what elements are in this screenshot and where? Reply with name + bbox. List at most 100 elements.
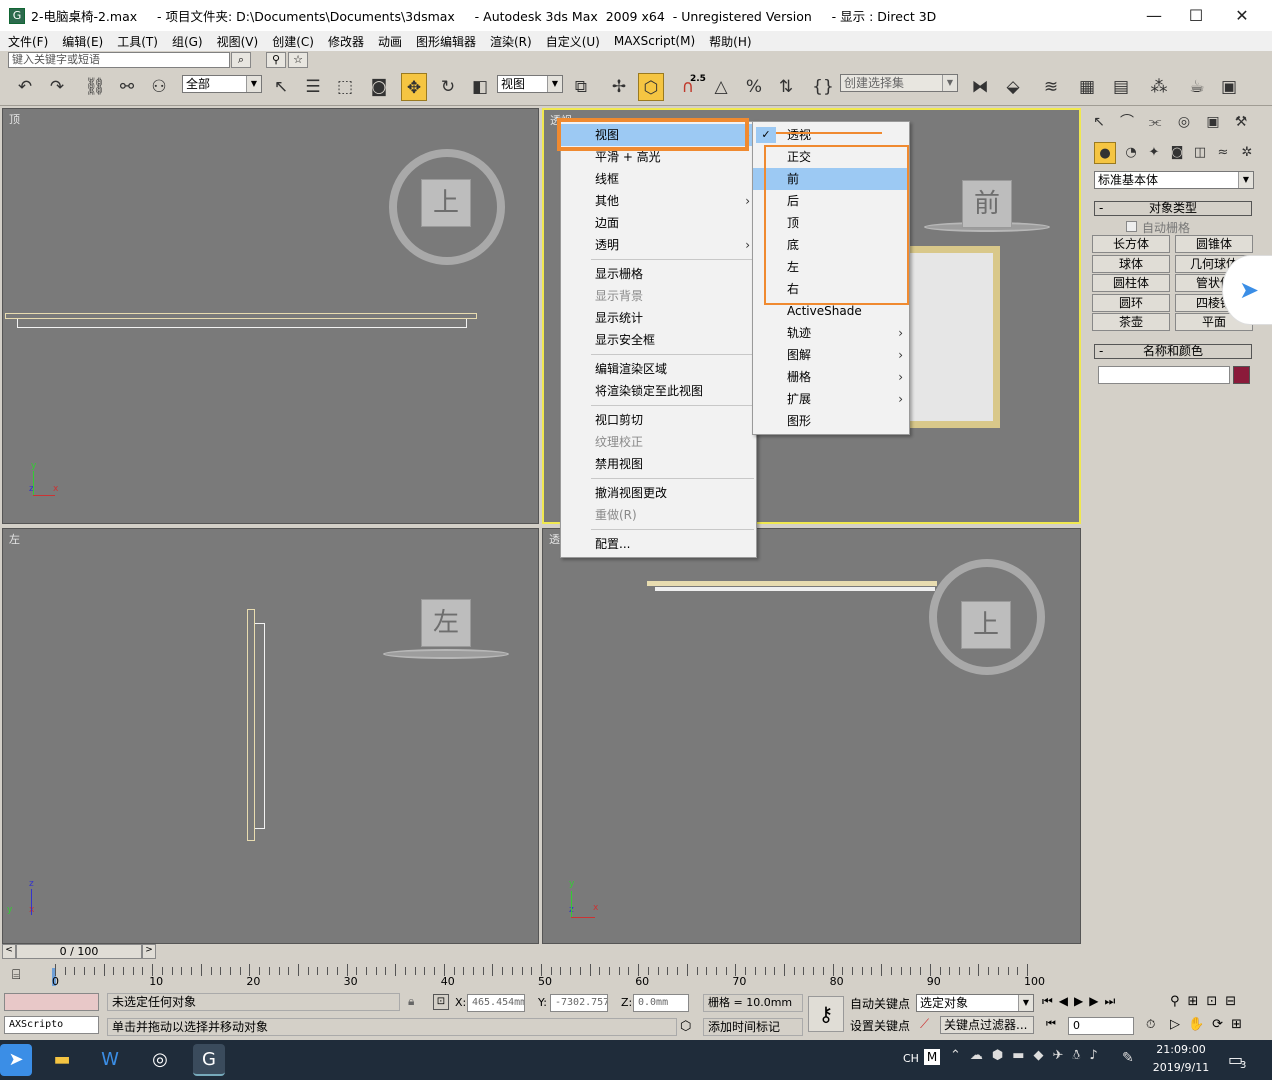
menu-file[interactable]: 文件(F) bbox=[8, 33, 48, 50]
context-menu-item[interactable]: 显示背景 bbox=[561, 285, 756, 307]
helpers-icon[interactable]: ◫ bbox=[1189, 142, 1211, 164]
context-menu-item[interactable]: 其他 › bbox=[561, 190, 756, 212]
clock-time[interactable]: 21:09:00 bbox=[1152, 1043, 1210, 1056]
key-tangent-icon[interactable]: ⟋ bbox=[920, 1017, 929, 1032]
context-menu-item[interactable]: 禁用视图 bbox=[561, 453, 756, 475]
zoom-controls-icon[interactable]: ⚲⊞⊡⊟ bbox=[1170, 994, 1244, 1009]
search-input[interactable]: 键入关键字或短语 bbox=[8, 52, 230, 68]
bind-to-space-warp-icon[interactable]: ⚇ bbox=[146, 73, 172, 101]
context-menu-item[interactable]: 透明 › bbox=[561, 234, 756, 256]
context-menu-item[interactable]: 视口剪切 bbox=[561, 409, 756, 431]
context-menu-item[interactable]: 显示栅格 bbox=[561, 263, 756, 285]
goto-start-icon[interactable]: ⏮ bbox=[1046, 1017, 1056, 1031]
add-time-tag-button[interactable]: 添加时间标记 bbox=[703, 1018, 803, 1036]
menu-modifiers[interactable]: 修改器 bbox=[328, 33, 364, 50]
3dsmax-taskbar-icon[interactable]: G bbox=[193, 1044, 225, 1076]
pivot-center-icon[interactable]: ⧉ bbox=[568, 73, 594, 101]
x-coordinate-field[interactable]: 465.454mm bbox=[467, 994, 525, 1012]
selected-object-dropdown[interactable]: 选定对象 ▼ bbox=[916, 994, 1034, 1012]
menu-maxscript[interactable]: MAXScript(M) bbox=[614, 34, 695, 48]
edit-named-selection-icon[interactable]: {} bbox=[810, 73, 836, 101]
system-tray-icons[interactable]: ⌃☁⬢▬◆✈🐧︎♪ bbox=[950, 1048, 1107, 1064]
select-and-move-icon[interactable]: ✥ bbox=[401, 73, 427, 101]
select-and-scale-icon[interactable]: ◧ bbox=[467, 73, 493, 101]
context-menu-item[interactable]: 边面 bbox=[561, 212, 756, 234]
absolute-mode-transform-icon[interactable]: ⊡ bbox=[433, 994, 449, 1010]
view-submenu-item[interactable]: ✓ 透视 bbox=[753, 124, 909, 146]
viewcube[interactable]: 左 bbox=[421, 599, 471, 647]
modify-tab-icon[interactable]: ⌒ bbox=[1116, 110, 1138, 134]
context-menu-item[interactable]: 显示安全框 bbox=[561, 329, 756, 351]
context-menu-item[interactable]: 重做(R) bbox=[561, 504, 756, 526]
communication-center-icon[interactable]: ⚲ bbox=[266, 52, 286, 68]
view-submenu-item[interactable]: 栅格 › bbox=[753, 366, 909, 388]
torus-button[interactable]: 圆环 bbox=[1092, 294, 1170, 312]
systems-icon[interactable]: ✲ bbox=[1236, 142, 1258, 164]
viewcube[interactable]: 前 bbox=[962, 180, 1012, 228]
selection-filter-dropdown[interactable]: 全部 ▼ bbox=[182, 75, 262, 93]
teapot-button[interactable]: 茶壶 bbox=[1092, 313, 1170, 331]
menu-create[interactable]: 创建(C) bbox=[272, 33, 314, 50]
trackbar-mini-curve-icon[interactable]: ⌸ bbox=[12, 967, 20, 983]
menu-graph-editors[interactable]: 图形编辑器 bbox=[416, 33, 476, 50]
unlink-selection-icon[interactable]: ⚯ bbox=[114, 73, 140, 101]
menu-animation[interactable]: 动画 bbox=[378, 33, 402, 50]
key-filters-button[interactable]: 关键点过滤器... bbox=[940, 1016, 1034, 1034]
menu-help[interactable]: 帮助(H) bbox=[709, 33, 751, 50]
time-config-icon[interactable]: ⏱ bbox=[1146, 1017, 1155, 1032]
floating-assistant-bubble[interactable]: ➤ bbox=[1222, 255, 1272, 325]
3dsmax-app-icon[interactable]: G bbox=[9, 7, 25, 24]
y-coordinate-field[interactable]: -7302.757 bbox=[550, 994, 608, 1012]
viewport-top[interactable]: 顶 上 y z x bbox=[2, 108, 539, 524]
category-dropdown[interactable]: 标准基本体 ▼ bbox=[1094, 171, 1254, 189]
media-player-icon[interactable]: ◎ bbox=[144, 1044, 176, 1076]
lights-icon[interactable]: ✦ bbox=[1143, 142, 1165, 164]
selection-lock-icon[interactable]: 🔒︎ bbox=[408, 994, 414, 1009]
menu-edit[interactable]: 编辑(E) bbox=[62, 33, 103, 50]
cone-button[interactable]: 圆锥体 bbox=[1175, 235, 1253, 253]
named-selection-dropdown[interactable]: 创建选择集 ▼ bbox=[840, 74, 958, 92]
view-submenu-item[interactable]: 图解 › bbox=[753, 344, 909, 366]
box-button[interactable]: 长方体 bbox=[1092, 235, 1170, 253]
shapes-icon[interactable]: ◔ bbox=[1120, 142, 1142, 164]
maxscript-mini-listener[interactable]: AXScripto bbox=[4, 1016, 99, 1034]
favorites-star-icon[interactable]: ☆ bbox=[288, 52, 308, 68]
set-key-button[interactable]: 设置关键点 bbox=[850, 1017, 910, 1034]
select-and-manipulate-icon[interactable]: ✢ bbox=[606, 73, 632, 101]
percent-snap-icon[interactable]: % bbox=[741, 73, 767, 101]
next-frame-arrow-icon[interactable]: > bbox=[142, 944, 156, 959]
start-bird-icon[interactable]: ➤ bbox=[0, 1044, 32, 1076]
maxscript-listener-pink[interactable] bbox=[4, 993, 99, 1011]
viewcube[interactable]: 上 bbox=[421, 179, 471, 227]
viewport-left[interactable]: 左 左 z y x bbox=[2, 528, 539, 944]
rectangular-selection-icon[interactable]: ⬚ bbox=[332, 73, 358, 101]
menu-customize[interactable]: 自定义(U) bbox=[546, 33, 600, 50]
language-indicator[interactable]: CH bbox=[903, 1052, 919, 1065]
prev-frame-arrow-icon[interactable]: < bbox=[2, 944, 16, 959]
layer-manager-icon[interactable]: ≋ bbox=[1038, 73, 1064, 101]
context-menu-item[interactable]: 将渲染锁定至此视图 bbox=[561, 380, 756, 402]
rendered-frame-window-icon[interactable]: ▣ bbox=[1216, 73, 1242, 101]
align-icon[interactable]: ⬙ bbox=[1000, 73, 1026, 101]
space-warps-icon[interactable]: ≈ bbox=[1212, 142, 1234, 164]
context-menu-item[interactable]: 配置... bbox=[561, 533, 756, 555]
maximize-button[interactable]: ☐ bbox=[1173, 0, 1219, 31]
utilities-tab-icon[interactable]: ⚒ bbox=[1230, 110, 1252, 134]
select-by-name-icon[interactable]: ☰ bbox=[300, 73, 326, 101]
minimize-button[interactable]: — bbox=[1131, 0, 1177, 31]
ime-indicator[interactable]: M bbox=[924, 1049, 940, 1065]
current-frame-field[interactable]: 0 bbox=[1068, 1017, 1134, 1035]
sphere-button[interactable]: 球体 bbox=[1092, 255, 1170, 273]
undo-icon[interactable]: ↶ bbox=[12, 73, 38, 101]
autogrid-checkbox[interactable] bbox=[1126, 221, 1137, 232]
reference-coordinate-dropdown[interactable]: 视图 ▼ bbox=[497, 75, 563, 93]
menu-tools[interactable]: 工具(T) bbox=[117, 33, 158, 50]
clock-date[interactable]: 2019/9/11 bbox=[1148, 1061, 1214, 1074]
time-slider-thumb[interactable]: 0 / 100 bbox=[16, 944, 142, 959]
cameras-icon[interactable]: ◙ bbox=[1166, 142, 1188, 164]
display-tab-icon[interactable]: ▣ bbox=[1202, 110, 1224, 134]
curve-editor-icon[interactable]: ▦ bbox=[1074, 73, 1100, 101]
close-button[interactable]: ✕ bbox=[1219, 0, 1265, 31]
select-object-icon[interactable]: ↖ bbox=[268, 73, 294, 101]
create-tab-icon[interactable]: ↖ bbox=[1088, 110, 1110, 134]
